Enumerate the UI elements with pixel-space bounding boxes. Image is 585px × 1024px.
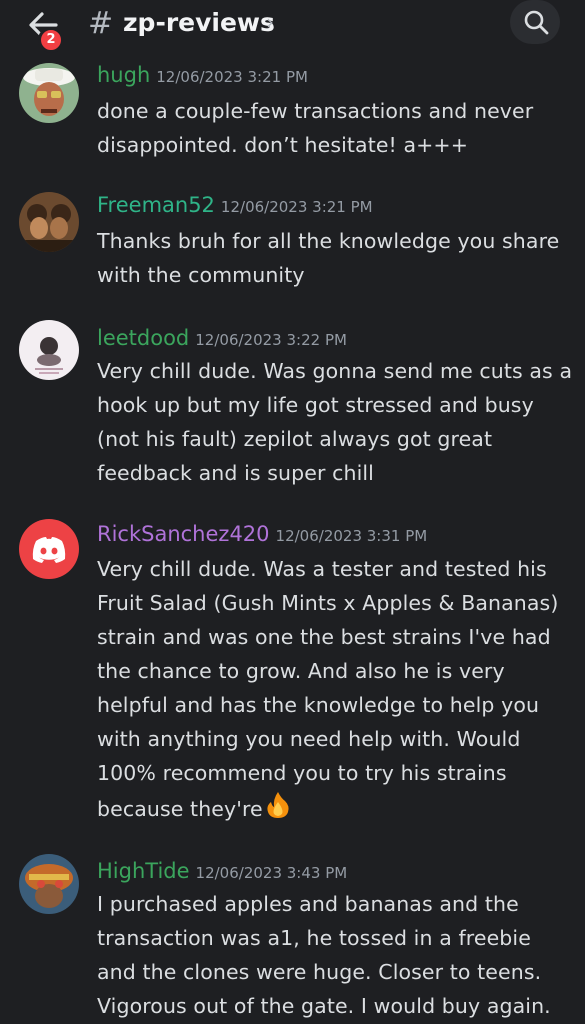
avatar[interactable] [19,854,79,914]
message-text: Very chill dude. Was gonna send me cuts … [97,359,573,485]
channel-name[interactable]: zp-reviews [123,8,275,37]
message-text: I purchased apples and bananas and the t… [97,892,551,1018]
fire-emoji-icon [267,792,289,818]
timestamp: 12/06/2023 3:31 PM [275,527,428,545]
avatar[interactable] [19,320,79,380]
timestamp: 12/06/2023 3:43 PM [195,864,348,882]
message-text: done a couple-few transactions and never… [97,99,534,157]
avatar[interactable] [19,63,79,123]
chevron-right-icon[interactable]: › [266,10,274,34]
search-icon [524,10,549,35]
avatar[interactable] [19,192,79,252]
username[interactable]: HighTide [97,859,190,883]
message-text: Thanks bruh for all the knowledge you sh… [97,229,560,287]
message-text: Very chill dude. Was a tester and tested… [97,557,559,821]
discord-logo-icon [32,537,66,563]
channel-hash-icon: # [88,6,114,41]
unread-badge: 2 [38,27,64,53]
username[interactable]: RickSanchez420 [97,522,270,546]
timestamp: 12/06/2023 3:21 PM [220,198,373,216]
channel-header: 2 # zp-reviews › [0,0,585,53]
timestamp: 12/06/2023 3:21 PM [156,68,308,86]
username[interactable]: Freeman52 [97,193,215,217]
avatar[interactable] [19,519,79,579]
username[interactable]: hugh [97,63,150,87]
timestamp: 12/06/2023 3:22 PM [195,331,347,349]
username[interactable]: leetdood [97,326,189,350]
search-button[interactable] [510,0,560,44]
